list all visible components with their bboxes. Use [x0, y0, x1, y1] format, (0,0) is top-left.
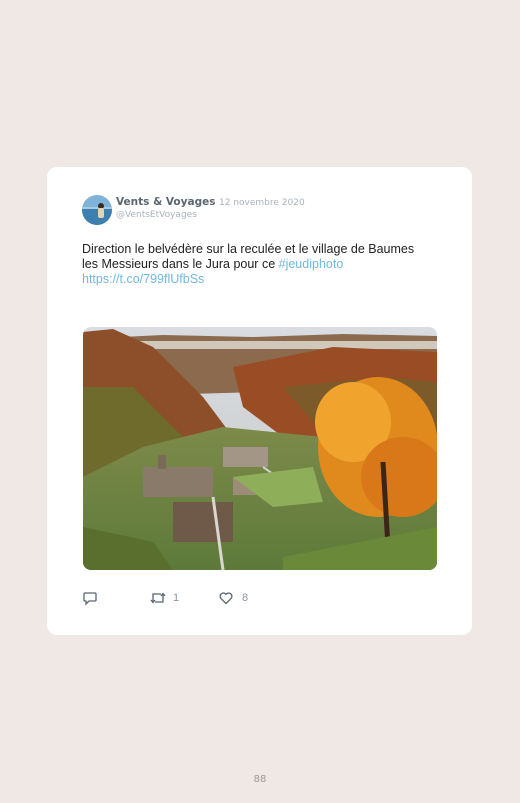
tweet-text: Direction le belvédère sur la reculée et… — [82, 242, 447, 287]
author-handle[interactable]: @VentsEtVoyages — [116, 210, 197, 220]
meta-separator: · — [212, 197, 216, 208]
tweet-date[interactable]: 12 novembre 2020 — [219, 198, 305, 208]
avatar[interactable] — [82, 195, 112, 225]
reply-icon[interactable] — [82, 590, 98, 611]
retweet-icon[interactable] — [149, 590, 167, 611]
author-name[interactable]: Vents & Voyages — [116, 196, 215, 208]
tweet-card: Vents & Voyages · 12 novembre 2020 @Vent… — [47, 167, 472, 635]
heart-icon[interactable] — [218, 590, 234, 611]
tweet-text-line1: Direction le belvédère sur la reculée et… — [82, 242, 415, 256]
like-count: 8 — [242, 592, 249, 604]
retweet-count: 1 — [173, 592, 180, 604]
page-number: 88 — [253, 774, 267, 785]
tweet-url-link[interactable]: https://t.co/799flUfbSs — [82, 272, 204, 286]
hashtag-link[interactable]: #jeudiphoto — [279, 257, 344, 271]
tweet-photo[interactable] — [83, 327, 437, 570]
tweet-text-line2: les Messieurs dans le Jura pour ce — [82, 257, 279, 271]
